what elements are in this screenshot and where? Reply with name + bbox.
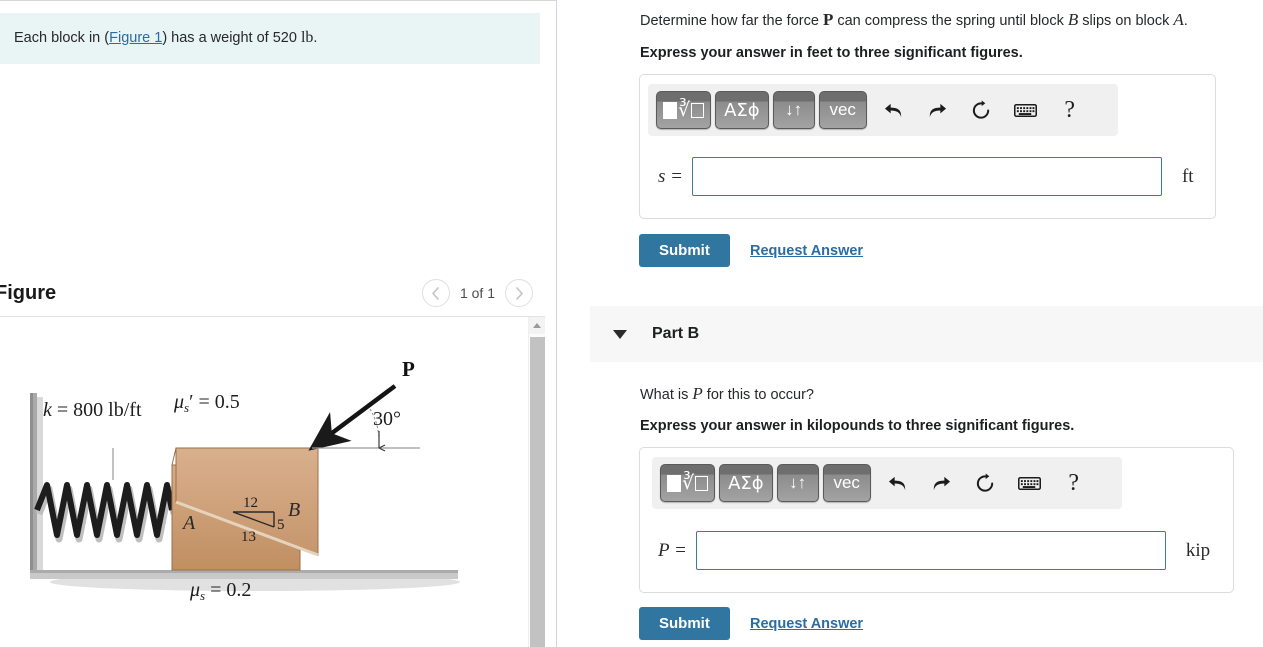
qa-seg3: slips on block bbox=[1078, 13, 1174, 29]
statement-pre: Each block in ( bbox=[14, 30, 110, 47]
template-sqrt-button[interactable]: ∛ bbox=[660, 464, 716, 502]
template-sqrt-icon: ∛ bbox=[663, 101, 705, 120]
part-b-question: What is P for this to occur? bbox=[640, 384, 814, 404]
undo-icon bbox=[889, 476, 906, 490]
undo-icon bbox=[885, 103, 902, 117]
mu-prime-label: μs′ = 0.5 bbox=[173, 391, 240, 415]
scrollbar-thumb[interactable] bbox=[530, 337, 545, 647]
figure-pager: 1 of 1 bbox=[421, 279, 533, 307]
qa-seg1: Determine how far the force bbox=[640, 13, 823, 29]
qa-seg4: . bbox=[1183, 13, 1188, 29]
block-a-label: A bbox=[181, 512, 196, 534]
redo-icon bbox=[934, 476, 951, 490]
physics-diagram: k = 800 lb/ft μs′ = 0.5 A B 12 13 5 P 30… bbox=[30, 357, 460, 603]
part-b-request-answer-link[interactable]: Request Answer bbox=[750, 616, 863, 632]
part-b-header[interactable]: Part B bbox=[590, 306, 1263, 362]
right-panel: Determine how far the force P can compre… bbox=[557, 0, 1263, 647]
block-b-label: B bbox=[288, 499, 300, 521]
slope-top-label: 12 bbox=[243, 495, 258, 511]
help-button[interactable]: ? bbox=[1057, 466, 1091, 500]
undo-button[interactable] bbox=[881, 466, 915, 500]
part-a-input-label: s = bbox=[658, 165, 683, 187]
help-button[interactable]: ? bbox=[1053, 93, 1087, 127]
redo-icon bbox=[930, 103, 947, 117]
keyboard-button[interactable] bbox=[1013, 466, 1047, 500]
part-a-unit: ft bbox=[1181, 165, 1194, 187]
mu-s-label: μs = 0.2 bbox=[189, 579, 251, 603]
arrows-button[interactable]: ↓↑ bbox=[772, 91, 815, 129]
template-sqrt-button[interactable]: ∛ bbox=[656, 91, 712, 129]
undo-button[interactable] bbox=[877, 93, 911, 127]
part-a-answer-input[interactable] bbox=[691, 157, 1162, 196]
part-a-instruction: Express your answer in feet to three sig… bbox=[640, 45, 1023, 61]
caret-down-icon[interactable] bbox=[613, 329, 627, 339]
greek-symbols-button[interactable]: ΑΣϕ bbox=[719, 464, 773, 502]
keyboard-button[interactable] bbox=[1009, 93, 1043, 127]
figure-prev-button[interactable] bbox=[421, 279, 450, 307]
redo-button[interactable] bbox=[921, 93, 955, 127]
greek-symbols-button[interactable]: ΑΣϕ bbox=[715, 91, 769, 129]
figure-header: Figure 1 of 1 bbox=[0, 272, 545, 314]
figure-scrollbar[interactable] bbox=[528, 317, 545, 647]
redo-button[interactable] bbox=[925, 466, 959, 500]
part-b-input-row: P = kip bbox=[658, 531, 1223, 570]
arrows-button[interactable]: ↓↑ bbox=[776, 464, 819, 502]
reset-button[interactable] bbox=[965, 93, 999, 127]
spring-constant-label: k = 800 lb/ft bbox=[43, 399, 142, 421]
figure-next-button[interactable] bbox=[505, 279, 533, 307]
part-b-input-label: P = bbox=[658, 539, 687, 561]
problem-statement-text: Each block in (Figure 1) has a weight of… bbox=[0, 28, 317, 49]
figure-body: k = 800 lb/ft μs′ = 0.5 A B 12 13 5 P 30… bbox=[0, 317, 545, 647]
spring-coil bbox=[34, 482, 178, 543]
part-a-request-answer-link[interactable]: Request Answer bbox=[750, 243, 863, 259]
figure-pager-label: 1 of 1 bbox=[459, 285, 495, 301]
reset-icon bbox=[973, 99, 990, 119]
part-b-answer-box: ∛ ΑΣϕ ↓↑ vec ? P = kip bbox=[639, 447, 1234, 593]
part-a-math-toolbar: ∛ ΑΣϕ ↓↑ vec ? bbox=[648, 84, 1118, 136]
template-sqrt-icon: ∛ bbox=[667, 474, 709, 493]
angle-label: 30° bbox=[373, 408, 401, 430]
statement-end: . bbox=[313, 30, 318, 47]
part-b-math-toolbar: ∛ ΑΣϕ ↓↑ vec ? bbox=[652, 457, 1122, 509]
statement-unit: lb bbox=[300, 29, 314, 47]
problem-page: Each block in (Figure 1) has a weight of… bbox=[0, 0, 1263, 647]
qb-seg2: for this to occur? bbox=[702, 387, 814, 403]
problem-statement-banner: Each block in (Figure 1) has a weight of… bbox=[0, 13, 540, 64]
keyboard-icon bbox=[1018, 476, 1042, 490]
qa-a-symbol: A bbox=[1173, 10, 1184, 29]
keyboard-icon bbox=[1014, 103, 1038, 117]
part-b-answer-input[interactable] bbox=[695, 531, 1166, 570]
part-b-instruction: Express your answer in kilopounds to thr… bbox=[640, 418, 1075, 434]
reset-button[interactable] bbox=[969, 466, 1003, 500]
figure-title: Figure bbox=[0, 281, 57, 304]
part-a-question: Determine how far the force P can compre… bbox=[640, 10, 1188, 30]
vector-button[interactable]: vec bbox=[818, 91, 867, 129]
qb-seg1: What is bbox=[640, 387, 693, 403]
part-a-answer-box: ∛ ΑΣϕ ↓↑ vec ? s = ft bbox=[639, 74, 1216, 219]
part-a-input-row: s = ft bbox=[658, 157, 1203, 196]
slope-bottom-label: 13 bbox=[241, 529, 256, 545]
part-b-title: Part B bbox=[652, 325, 700, 342]
part-b-unit: kip bbox=[1185, 539, 1211, 561]
top-divider bbox=[0, 0, 556, 1]
vector-button[interactable]: vec bbox=[822, 464, 871, 502]
reset-icon bbox=[977, 472, 994, 492]
scroll-up-arrow-icon[interactable] bbox=[529, 317, 545, 334]
chevron-left-icon bbox=[432, 286, 440, 300]
force-p-label: P bbox=[402, 357, 415, 381]
qa-seg2: can compress the spring until block bbox=[833, 13, 1068, 29]
slope-side-label: 5 bbox=[277, 517, 285, 533]
statement-post: ) has a weight of 520 bbox=[162, 30, 301, 47]
figure-1-link[interactable]: Figure 1 bbox=[109, 30, 162, 46]
part-a-submit-button[interactable]: Submit bbox=[639, 234, 730, 267]
qb-p-symbol: P bbox=[692, 384, 703, 403]
left-panel: Each block in (Figure 1) has a weight of… bbox=[0, 0, 556, 647]
qa-p-symbol: P bbox=[822, 10, 834, 29]
qa-b-symbol: B bbox=[1067, 10, 1079, 29]
part-b-submit-button[interactable]: Submit bbox=[639, 607, 730, 640]
chevron-right-icon bbox=[515, 286, 523, 300]
